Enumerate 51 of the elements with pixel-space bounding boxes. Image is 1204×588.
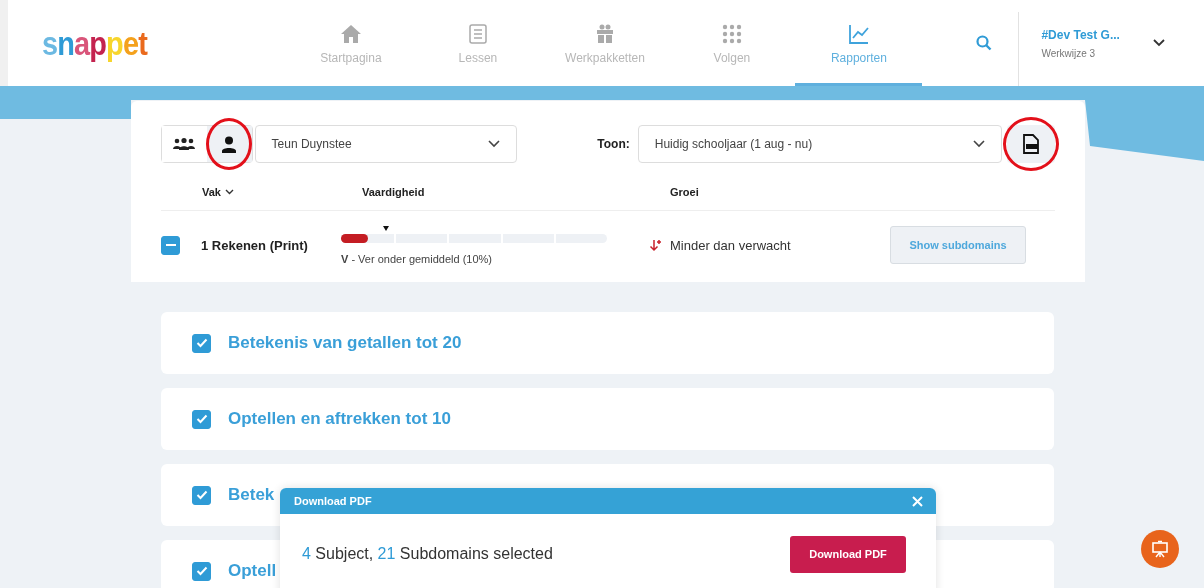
nav-tab[interactable]: Volgen	[668, 0, 796, 86]
pdf-file-icon	[1022, 134, 1040, 154]
chevron-down-icon	[224, 188, 234, 195]
checkmark-icon	[195, 338, 208, 348]
growth-label: Minder dan verwacht	[670, 237, 791, 253]
chevron-down-icon	[973, 140, 985, 148]
close-icon[interactable]	[912, 495, 923, 507]
domain-checkbox[interactable]	[192, 333, 211, 353]
subject-name: 1 Rekenen (Print)	[201, 237, 309, 253]
pdf-export-button[interactable]	[1007, 125, 1055, 163]
domain-title[interactable]: Optellen en aftrekken tot 10	[228, 409, 451, 429]
search-icon[interactable]	[976, 35, 993, 51]
domain-checkbox[interactable]	[192, 561, 211, 581]
chevron-down-icon	[488, 140, 501, 148]
column-header[interactable]: Vak	[202, 185, 234, 198]
download-pdf-button[interactable]: Download PDF	[790, 535, 906, 573]
person-icon	[222, 135, 237, 153]
arrow-down-icon	[649, 238, 662, 252]
domain-checkbox[interactable]	[192, 485, 211, 505]
selection-summary: 4 Subject, 21 Subdomains selected	[302, 545, 553, 563]
nav-tab[interactable]: Rapporten	[795, 0, 923, 86]
dialog-title: Download PDF	[294, 495, 372, 507]
chart-icon	[847, 22, 870, 45]
account-subtitle: Werkwijze 3	[1041, 47, 1097, 59]
easel-icon	[1151, 540, 1169, 558]
show-subdomains-button[interactable]: Show subdomains	[890, 226, 1026, 264]
domain-title[interactable]: Betekenis van getallen tot 20	[228, 333, 462, 353]
account-name[interactable]: #Dev Test G...	[1041, 27, 1138, 42]
subject-checkbox[interactable]	[161, 235, 180, 255]
home-icon	[339, 22, 362, 45]
domain-checkbox[interactable]	[192, 409, 211, 429]
column-header: Groei	[670, 185, 699, 198]
domain-title[interactable]: Betek	[228, 485, 275, 505]
checkmark-icon	[195, 490, 208, 500]
logo[interactable]: snappet	[42, 23, 147, 63]
domain-title[interactable]: Optell	[228, 561, 277, 581]
nav-tab[interactable]: Startpagina	[287, 0, 415, 86]
student-select[interactable]: Teun Duynstee	[254, 125, 518, 163]
presentation-button[interactable]	[1141, 530, 1179, 568]
checkmark-icon	[195, 414, 208, 424]
nav-tab[interactable]: Lessen	[414, 0, 542, 86]
people-icon	[173, 137, 196, 151]
period-label: Toon:	[597, 137, 630, 151]
chevron-down-icon[interactable]	[1153, 39, 1166, 47]
column-header: Vaardigheid	[362, 185, 425, 198]
checkmark-icon	[195, 566, 208, 576]
period-select[interactable]: Huidig schooljaar (1 aug - nu)	[637, 125, 1002, 163]
list-icon	[466, 22, 489, 45]
skill-label: V - Ver onder gemiddeld (10%)	[341, 252, 494, 265]
grid-icon	[720, 22, 743, 45]
nav-tab[interactable]: Werkpakketten	[541, 0, 669, 86]
